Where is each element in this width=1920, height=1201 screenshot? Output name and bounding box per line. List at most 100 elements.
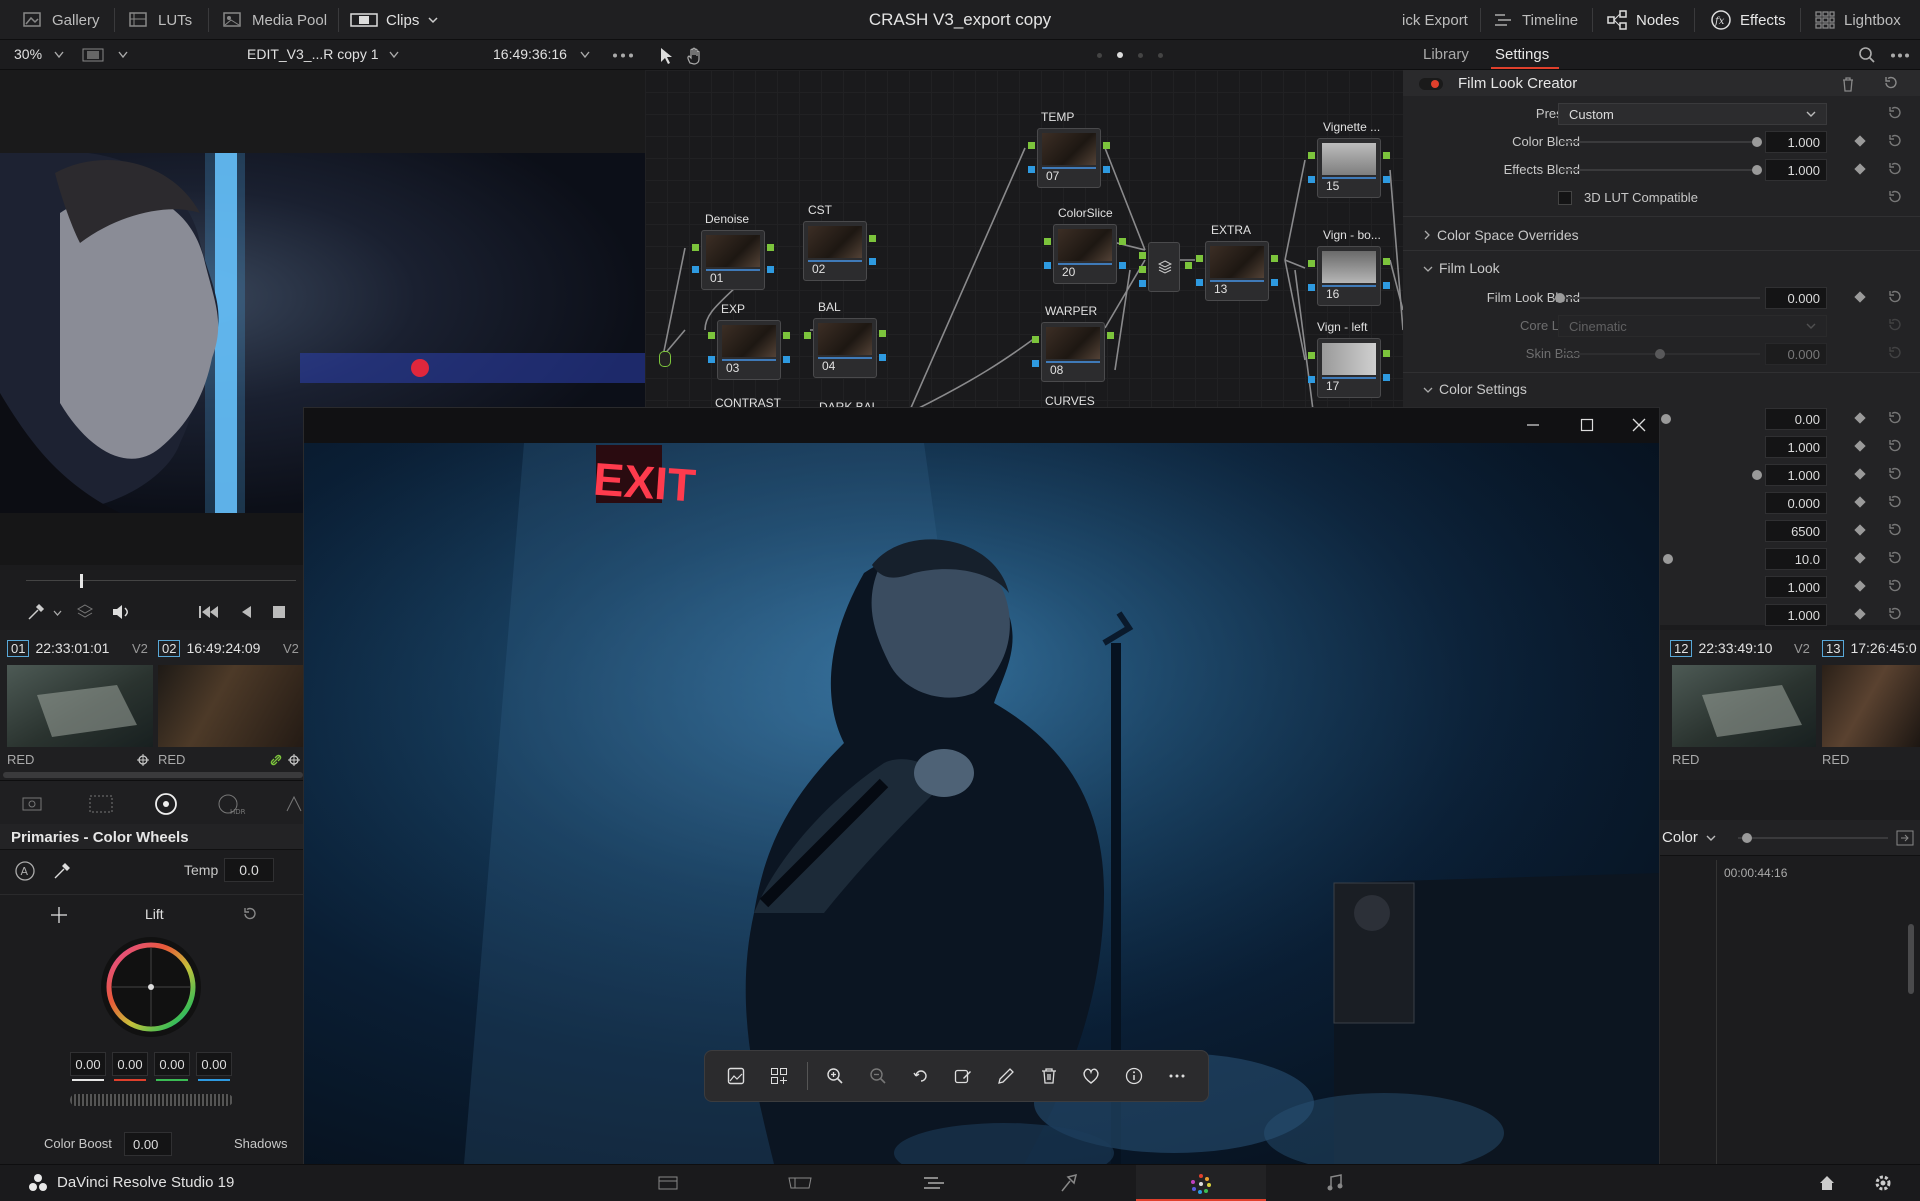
film-look-blend-value[interactable]: 0.000 xyxy=(1765,287,1827,309)
home-icon[interactable] xyxy=(1818,1174,1836,1192)
clip-thumbnail[interactable] xyxy=(158,665,305,747)
keyframe-scrollbar[interactable] xyxy=(1908,924,1914,994)
keyframe-icon[interactable] xyxy=(1854,412,1866,424)
fusion-page-icon[interactable] xyxy=(1058,1173,1080,1193)
color-page-tab[interactable] xyxy=(1136,1165,1266,1201)
cut-page-icon[interactable] xyxy=(787,1174,813,1192)
core-look-dropdown[interactable]: Cinematic xyxy=(1558,315,1827,337)
more-icon[interactable] xyxy=(1890,53,1910,58)
add-to-album-button[interactable] xyxy=(764,1061,794,1091)
color-setting-value[interactable]: 1.000 xyxy=(1765,576,1827,598)
reset-icon[interactable] xyxy=(1887,317,1903,333)
keyframe-icon[interactable] xyxy=(1854,608,1866,620)
reset-icon[interactable] xyxy=(1887,606,1903,622)
skin-bias-value[interactable]: 0.000 xyxy=(1765,343,1827,365)
rgb-mixer-icon[interactable] xyxy=(284,793,304,815)
tab-library[interactable]: Library xyxy=(1423,46,1469,63)
section-color-space-overrides[interactable]: Color Space Overrides xyxy=(1423,227,1579,243)
reset-icon[interactable] xyxy=(1887,105,1903,121)
effects-blend-knob[interactable] xyxy=(1752,165,1762,175)
node-vign-bottom[interactable]: 16 xyxy=(1317,246,1381,306)
maximize-icon[interactable] xyxy=(1580,418,1594,432)
node-graph[interactable]: Denoise 01 CST 02 EXP 03 BAL 04 CONTRAST… xyxy=(645,70,1403,410)
section-film-look[interactable]: Film Look xyxy=(1423,260,1500,276)
keyframe-zoom-knob[interactable] xyxy=(1742,833,1752,843)
slider-knob[interactable] xyxy=(1752,470,1762,480)
effects-button[interactable]: fx Effects xyxy=(1710,0,1786,40)
skin-bias-knob[interactable] xyxy=(1655,349,1665,359)
lut-compatible-checkbox[interactable] xyxy=(1558,191,1572,205)
rotate-button[interactable] xyxy=(906,1061,936,1091)
delete-button[interactable] xyxy=(1034,1061,1064,1091)
layer-mixer-node[interactable] xyxy=(1148,242,1180,292)
lift-g-value[interactable]: 0.00 xyxy=(154,1052,190,1076)
node-vignette[interactable]: 15 xyxy=(1317,138,1381,198)
zoom-level[interactable]: 30% xyxy=(14,46,42,62)
reset-icon[interactable] xyxy=(1887,289,1903,305)
quick-export-button[interactable]: ick Export xyxy=(1402,0,1468,40)
section-color-settings[interactable]: Color Settings xyxy=(1423,381,1527,397)
eyedropper-icon[interactable] xyxy=(26,602,46,622)
tab-settings[interactable]: Settings xyxy=(1495,46,1549,63)
clip-thumbnail[interactable] xyxy=(1822,665,1920,747)
chevron-down-icon[interactable] xyxy=(1706,835,1716,842)
trash-icon[interactable] xyxy=(1841,76,1855,92)
reset-icon[interactable] xyxy=(1887,494,1903,510)
clip-thumbnail[interactable] xyxy=(1672,665,1816,747)
play-reverse-icon[interactable] xyxy=(240,605,252,619)
color-match-icon[interactable] xyxy=(88,793,114,815)
color-blend-value[interactable]: 1.000 xyxy=(1765,131,1827,153)
info-button[interactable] xyxy=(1119,1061,1149,1091)
reset-icon[interactable] xyxy=(1887,410,1903,426)
fairlight-page-icon[interactable] xyxy=(1326,1174,1344,1192)
layers-icon[interactable] xyxy=(76,603,94,621)
film-look-blend-knob[interactable] xyxy=(1555,293,1565,303)
hand-icon[interactable] xyxy=(685,47,703,65)
reset-icon[interactable] xyxy=(1887,189,1903,205)
volume-icon[interactable] xyxy=(111,603,131,621)
color-wheels-icon[interactable] xyxy=(154,792,178,816)
color-setting-value[interactable]: 1.000 xyxy=(1765,604,1827,626)
more-options-button[interactable] xyxy=(1162,1061,1192,1091)
lift-r-value[interactable]: 0.00 xyxy=(112,1052,148,1076)
keyframe-zoom-slider[interactable] xyxy=(1738,837,1888,839)
minimize-icon[interactable] xyxy=(1526,418,1540,432)
go-to-start-icon[interactable] xyxy=(198,605,220,619)
page-dot-active[interactable] xyxy=(1117,52,1123,58)
reset-icon[interactable] xyxy=(1887,466,1903,482)
effects-blend-slider[interactable] xyxy=(1560,169,1760,171)
fx-enable-toggle[interactable] xyxy=(1419,78,1443,90)
favorite-button[interactable] xyxy=(1076,1061,1106,1091)
close-icon[interactable] xyxy=(1632,418,1646,432)
lift-b-value[interactable]: 0.00 xyxy=(196,1052,232,1076)
reset-icon[interactable] xyxy=(1887,578,1903,594)
crosshair-icon[interactable] xyxy=(50,906,68,924)
chevron-down-icon[interactable] xyxy=(580,51,590,59)
color-setting-value[interactable]: 1.000 xyxy=(1765,464,1827,486)
draw-button[interactable] xyxy=(991,1061,1021,1091)
node-exp[interactable]: 03 xyxy=(717,320,781,380)
playhead[interactable] xyxy=(80,574,83,588)
color-setting-value[interactable]: 0.000 xyxy=(1765,492,1827,514)
film-look-blend-slider[interactable] xyxy=(1560,297,1760,299)
keyframe-icon[interactable] xyxy=(1854,580,1866,592)
color-setting-value[interactable]: 6500 xyxy=(1765,520,1827,542)
color-boost-value[interactable]: 0.00 xyxy=(124,1132,172,1156)
hdr-wheels-icon[interactable]: HDR xyxy=(216,792,248,816)
reset-icon[interactable] xyxy=(1887,550,1903,566)
auto-balance-icon[interactable]: A xyxy=(14,860,36,882)
stop-icon[interactable] xyxy=(272,605,286,619)
nodes-button[interactable]: Nodes xyxy=(1606,0,1679,40)
presets-dropdown[interactable]: Custom xyxy=(1558,103,1827,125)
edit-page-icon[interactable] xyxy=(922,1174,946,1192)
node-vign-left[interactable]: 17 xyxy=(1317,338,1381,398)
zoom-in-button[interactable] xyxy=(820,1061,850,1091)
reset-icon[interactable] xyxy=(1887,345,1903,361)
keyframe-mode-dropdown[interactable]: Color xyxy=(1662,829,1698,846)
lightbox-button[interactable]: Lightbox xyxy=(1814,0,1901,40)
lift-y-value[interactable]: 0.00 xyxy=(70,1052,106,1076)
keyframe-icon[interactable] xyxy=(1854,440,1866,452)
gear-icon[interactable] xyxy=(1874,1174,1892,1192)
chevron-down-icon[interactable] xyxy=(389,51,399,59)
node-denoise[interactable]: 01 xyxy=(701,230,765,290)
